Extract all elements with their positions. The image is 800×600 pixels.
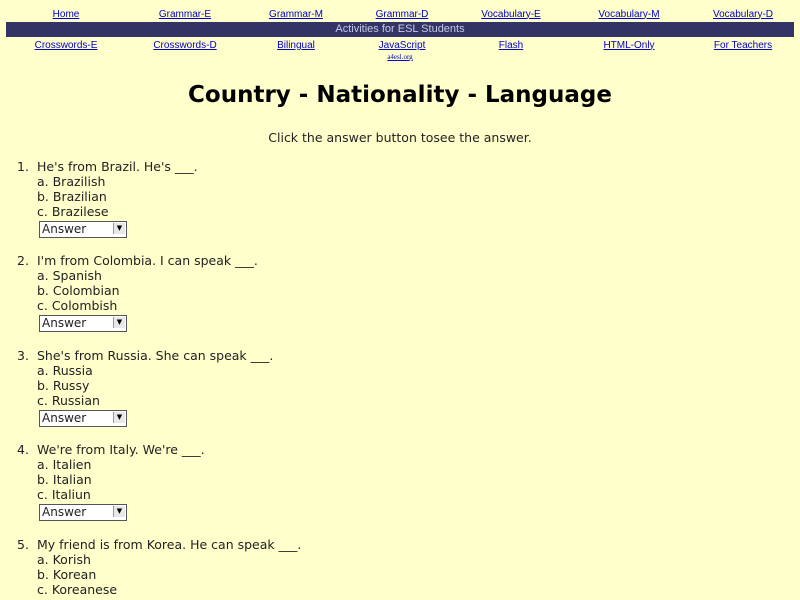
answer-select[interactable]: Answer ▼ (39, 315, 127, 332)
nav-link-crosswords-e[interactable]: Crosswords-E (0, 40, 132, 51)
question-2: 2. I'm from Colombia. I can speak ___. a.… (17, 253, 777, 332)
question-4: 4. We're from Italy. We're ___. a. Italie… (17, 442, 777, 521)
dropdown-arrow-icon: ▼ (113, 223, 125, 234)
dropdown-arrow-icon: ▼ (113, 506, 125, 517)
option-b: b. Colombian (37, 283, 120, 298)
page-title: Country - Nationality - Language (188, 82, 612, 108)
top-nav: Home Grammar-E Grammar-M Grammar-D Vocab… (0, 7, 800, 21)
nav-link-grammar-e[interactable]: Grammar-E (132, 9, 238, 20)
dropdown-arrow-icon: ▼ (113, 412, 125, 423)
nav-link-vocabulary-d[interactable]: Vocabulary-D (686, 9, 800, 20)
option-b: b. Russy (37, 378, 90, 393)
answer-select[interactable]: Answer ▼ (39, 504, 127, 521)
instruction-text: Click the answer button tosee the answer… (268, 130, 532, 145)
nav-link-for-teachers[interactable]: For Teachers (686, 40, 800, 51)
site-banner: Activities for ESL Students (6, 22, 794, 37)
question-3: 3. She's from Russia. She can speak ___. … (17, 348, 777, 427)
question-5: 5. My friend is from Korea. He can speak … (17, 537, 777, 597)
question-1: 1. He's from Brazil. He's ___. a. Brazili… (17, 159, 777, 238)
nav-link-home[interactable]: Home (0, 9, 132, 20)
nav-link-vocabulary-m[interactable]: Vocabulary-M (572, 9, 686, 20)
nav-link-html-only[interactable]: HTML-Only (572, 40, 686, 51)
nav-link-crosswords-d[interactable]: Crosswords-D (132, 40, 238, 51)
option-a: a. Korish (37, 552, 91, 567)
nav-link-flash[interactable]: Flash (450, 40, 572, 51)
nav-link-javascript[interactable]: JavaScript (354, 40, 450, 51)
a4esl-link[interactable]: a4esl.org (380, 53, 420, 61)
question-stem: 4. We're from Italy. We're ___. (17, 442, 205, 457)
option-a: a. Russia (37, 363, 93, 378)
bottom-nav: Crosswords-E Crosswords-D Bilingual Java… (0, 38, 800, 52)
question-stem: 1. He's from Brazil. He's ___. (17, 159, 198, 174)
option-c: c. Russian (37, 393, 100, 408)
question-stem: 5. My friend is from Korea. He can speak … (17, 537, 302, 552)
answer-select[interactable]: Answer ▼ (39, 221, 127, 238)
nav-link-grammar-m[interactable]: Grammar-M (238, 9, 354, 20)
nav-link-vocabulary-e[interactable]: Vocabulary-E (450, 9, 572, 20)
option-c: c. Italiun (37, 487, 91, 502)
option-b: b. Brazilian (37, 189, 107, 204)
option-c: c. Colombish (37, 298, 118, 313)
nav-link-bilingual[interactable]: Bilingual (238, 40, 354, 51)
dropdown-arrow-icon: ▼ (113, 317, 125, 328)
option-b: b. Korean (37, 567, 97, 582)
nav-link-grammar-d[interactable]: Grammar-D (354, 9, 450, 20)
option-c: c. Koreanese (37, 582, 118, 597)
option-a: a. Brazilish (37, 174, 106, 189)
question-stem: 3. She's from Russia. She can speak ___. (17, 348, 274, 363)
option-c: c. Brazilese (37, 204, 109, 219)
answer-select[interactable]: Answer ▼ (39, 410, 127, 427)
option-a: a. Spanish (37, 268, 102, 283)
option-a: a. Italien (37, 457, 92, 472)
question-stem: 2. I'm from Colombia. I can speak ___. (17, 253, 258, 268)
option-b: b. Italian (37, 472, 92, 487)
